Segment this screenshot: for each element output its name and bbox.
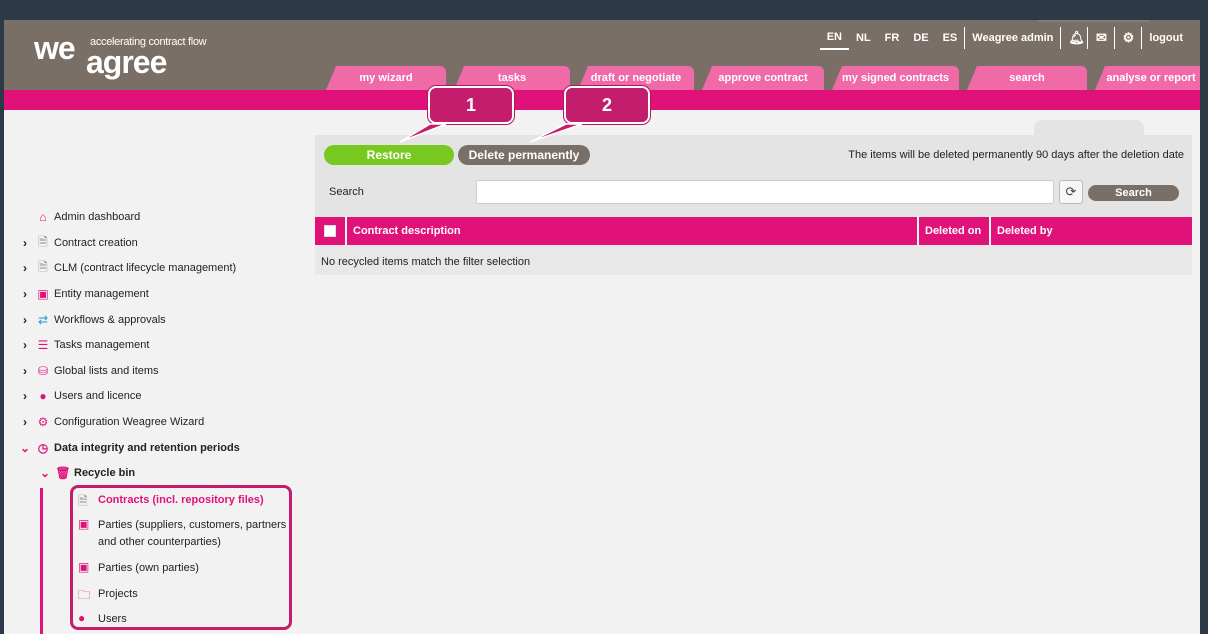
bell-icon[interactable]: 🔔︎ (1061, 27, 1087, 49)
gear-icon[interactable]: ⚙︎ (1115, 27, 1141, 49)
column-deleted-by[interactable]: Deleted by (991, 217, 1192, 245)
tab-my-signed-contracts[interactable]: my signed contracts (832, 66, 959, 90)
document-icon: 🗎︎ (78, 494, 88, 508)
lang-fr[interactable]: FR (878, 27, 907, 49)
content-tab-flap (1034, 120, 1144, 136)
admin-sidebar: ⌂ Admin dashboard › 🗎︎ Contract creation… (4, 20, 304, 634)
contact-card-icon: ▣ (37, 287, 49, 301)
column-deleted-on[interactable]: Deleted on (919, 217, 991, 245)
tasks-icon: ☰ (37, 338, 49, 352)
sidebar-item-clm[interactable]: › 🗎︎ CLM (contract lifecycle management) (18, 259, 236, 277)
recycle-item-users[interactable]: ● Users (78, 611, 127, 628)
logout-link[interactable]: logout (1142, 27, 1190, 49)
sidebar-item-global-lists[interactable]: › ⛁︎ Global lists and items (18, 362, 159, 380)
callout-2-pointer (529, 123, 583, 143)
tab-my-wizard[interactable]: my wizard (326, 66, 446, 90)
gears-icon: ⚙︎ (37, 415, 49, 429)
select-all-checkbox[interactable] (324, 225, 336, 237)
sidebar-item-workflows[interactable]: › ⇄ Workflows & approvals (18, 311, 166, 329)
chevron-down-icon[interactable]: ⌄ (18, 441, 32, 455)
user-name-link[interactable]: Weagree admin (965, 27, 1060, 49)
chevron-right-icon[interactable]: › (18, 415, 32, 429)
database-icon: ⛁︎ (37, 364, 49, 378)
chevron-right-icon[interactable]: › (18, 287, 32, 301)
lang-en[interactable]: EN (819, 26, 849, 50)
search-input[interactable] (476, 180, 1054, 204)
sidebar-item-recycle-bin[interactable]: ⌄ 🗑︎ Recycle bin (38, 464, 135, 482)
contact-card-icon: ▣ (78, 517, 90, 531)
retention-notice: The items will be deleted permanently 90… (848, 149, 1184, 161)
document-icon: 🗎︎ (38, 234, 48, 249)
trash-icon: 🗑︎ (55, 466, 71, 480)
chevron-right-icon[interactable]: › (18, 261, 32, 275)
chevron-right-icon[interactable]: › (18, 364, 32, 378)
user-icon: ● (78, 611, 86, 625)
callout-1-pointer (399, 123, 447, 143)
empty-message: No recycled items match the filter selec… (315, 245, 1192, 275)
search-label: Search (329, 186, 364, 198)
document-icon: 🗎︎ (38, 259, 48, 274)
chevron-down-icon[interactable]: ⌄ (38, 466, 52, 480)
lang-es[interactable]: ES (936, 27, 965, 49)
table-header: Contract description Deleted on Deleted … (315, 217, 1192, 245)
folder-icon: 🗀︎ (78, 588, 91, 602)
chevron-right-icon[interactable]: › (18, 313, 32, 327)
sidebar-item-contract-creation[interactable]: › 🗎︎ Contract creation (18, 234, 138, 252)
sidebar-item-users-licence[interactable]: › ● Users and licence (18, 387, 141, 405)
callout-pointers (399, 123, 583, 143)
sidebar-item-tasks-management[interactable]: › ☰ Tasks management (18, 336, 149, 354)
tab-analyse-or-report[interactable]: analyse or report (1095, 66, 1200, 90)
home-icon: ⌂ (39, 210, 47, 224)
contact-card-icon: ▣ (78, 560, 90, 574)
clock-icon: ◷ (37, 441, 49, 455)
mail-icon[interactable]: ✉︎ (1088, 27, 1114, 49)
refresh-icon[interactable]: ⟳ (1059, 180, 1083, 204)
tree-line (40, 488, 43, 634)
sidebar-item-configuration[interactable]: › ⚙︎ Configuration Weagree Wizard (18, 413, 204, 431)
sidebar-item-entity-management[interactable]: › ▣ Entity management (18, 285, 149, 303)
callout-1: 1 (428, 86, 514, 124)
callout-2: 2 (564, 86, 650, 124)
select-all-cell (315, 217, 347, 245)
chevron-right-icon[interactable]: › (18, 389, 32, 403)
chevron-right-icon[interactable]: › (18, 236, 32, 250)
lang-de[interactable]: DE (906, 27, 935, 49)
workflow-icon: ⇄ (37, 313, 49, 327)
lang-nl[interactable]: NL (849, 27, 878, 49)
recycle-item-own-parties[interactable]: ▣ Parties (own parties) (78, 560, 199, 577)
recycle-item-contracts[interactable]: 🗎︎ Contracts (incl. repository files) (78, 492, 264, 513)
user-icon: ● (39, 389, 47, 403)
recycle-item-projects[interactable]: 🗀︎ Projects (78, 586, 138, 607)
sidebar-item-admin-dashboard[interactable]: ⌂ Admin dashboard (18, 208, 140, 226)
column-contract-description[interactable]: Contract description (347, 217, 919, 245)
recycle-item-parties[interactable]: ▣ Parties (suppliers, customers, partner… (78, 517, 292, 551)
tab-approve-contract[interactable]: approve contract (702, 66, 824, 90)
search-button[interactable]: Search (1088, 185, 1179, 201)
chevron-right-icon[interactable]: › (18, 338, 32, 352)
sidebar-item-data-integrity[interactable]: ⌄ ◷ Data integrity and retention periods (18, 439, 240, 457)
top-links: EN NL FR DE ES Weagree admin 🔔︎ ✉︎ ⚙︎ lo… (819, 26, 1190, 50)
header-tab-flap (1038, 20, 1150, 22)
tab-search[interactable]: search (967, 66, 1087, 90)
